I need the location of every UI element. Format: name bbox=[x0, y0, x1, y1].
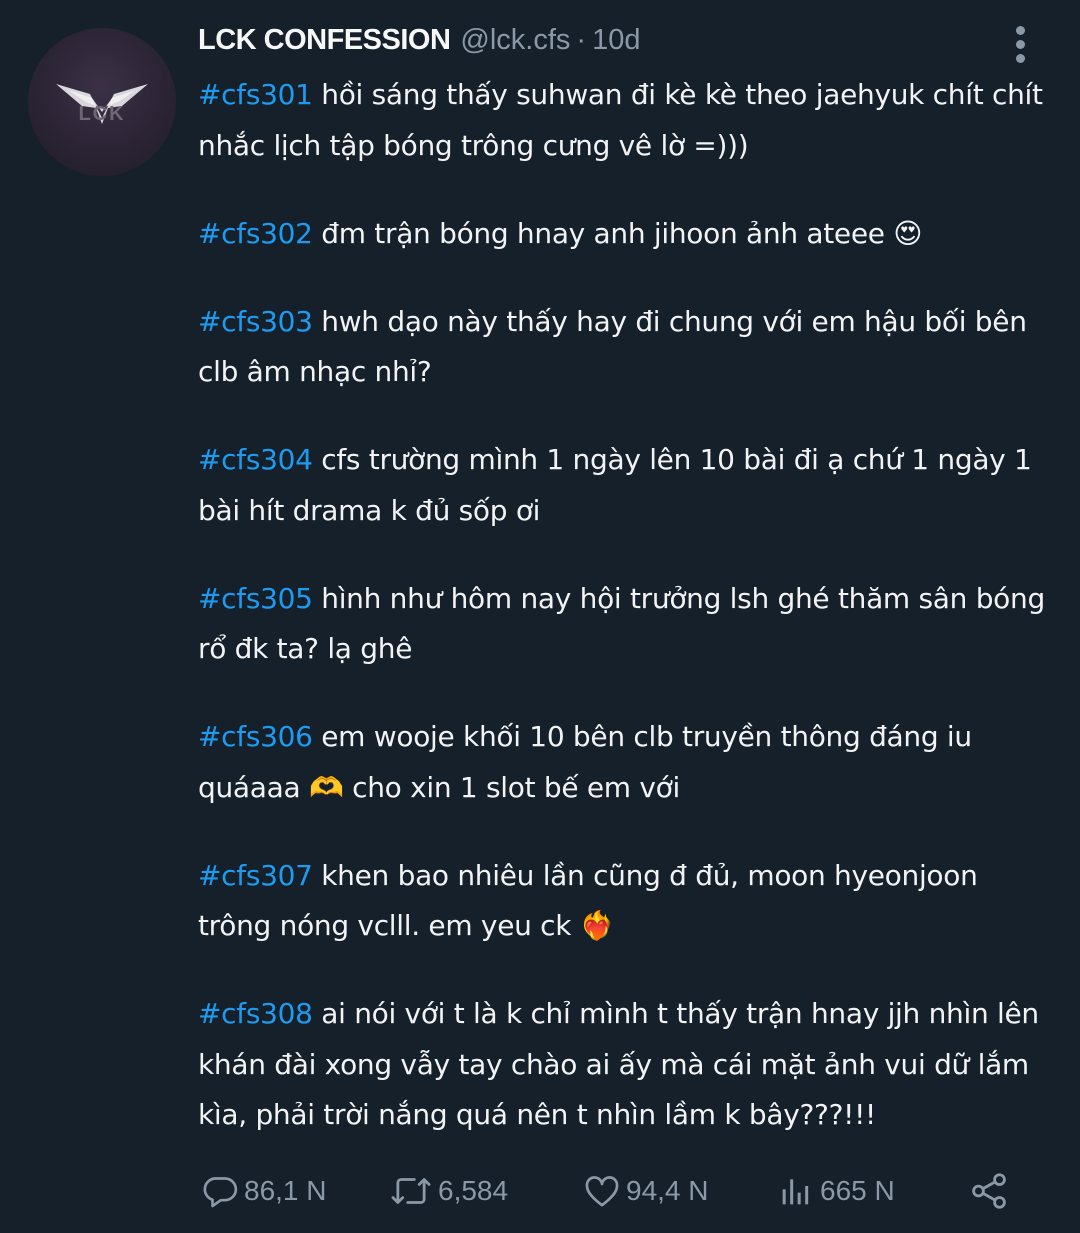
display-name[interactable]: LCK CONFESSION bbox=[198, 24, 451, 57]
confession-paragraph: #cfs305 hình như hôm nay hội trưởng lsh … bbox=[198, 574, 1058, 675]
confession-text: hồi sáng thấy suhwan đi kè kè theo jaehy… bbox=[198, 78, 1043, 162]
logo-text: LCK bbox=[78, 103, 125, 125]
more-options-icon[interactable] bbox=[1004, 26, 1038, 63]
tweet-body: #cfs301 hồi sáng thấy suhwan đi kè kè th… bbox=[198, 70, 1058, 1178]
confession-paragraph: #cfs306 em wooje khối 10 bên clb truyền … bbox=[198, 712, 1058, 813]
hashtag-link[interactable]: #cfs302 bbox=[198, 217, 313, 250]
confession-text: hwh dạo này thấy hay đi chung với em hậu… bbox=[198, 304, 1027, 389]
views-chart-icon bbox=[782, 1179, 809, 1205]
tweet-header: LCK CONFESSION @lck.cfs · 10d bbox=[198, 24, 640, 68]
hashtag-link[interactable]: #cfs303 bbox=[198, 305, 313, 338]
hashtag-link[interactable]: #cfs301 bbox=[198, 78, 313, 111]
svg-text:LCK: LCK bbox=[78, 103, 125, 125]
hashtag-link[interactable]: #cfs307 bbox=[198, 859, 313, 892]
tweet[interactable]: LCK LCK CONFESSION @lck.cfs · 10d #cfs30… bbox=[0, 0, 1080, 1233]
share-icon bbox=[972, 1173, 1006, 1209]
hashtag-link[interactable]: #cfs306 bbox=[198, 720, 313, 753]
reply-count: 86,1 N bbox=[244, 1175, 327, 1206]
avatar[interactable]: LCK bbox=[28, 28, 176, 176]
confession-text: đm trận bóng hnay anh jihoon ảnh ateee 😍 bbox=[312, 216, 923, 250]
views-count: 665 N bbox=[820, 1175, 895, 1206]
lck-logo-icon: LCK bbox=[56, 84, 148, 125]
confession-paragraph: #cfs301 hồi sáng thấy suhwan đi kè kè th… bbox=[198, 70, 1058, 171]
confession-paragraph: #cfs308 ai nói với t là k chỉ mình t thấ… bbox=[198, 989, 1058, 1141]
confession-text: em wooje khối 10 bên clb truyền thông đá… bbox=[198, 720, 972, 804]
confession-paragraph: #cfs303 hwh dạo này thấy hay đi chung vớ… bbox=[198, 297, 1058, 398]
views-button[interactable]: 665 N bbox=[776, 1166, 895, 1216]
hashtag-link[interactable]: #cfs305 bbox=[198, 582, 313, 615]
confession-paragraph: #cfs304 cfs trường mình 1 ngày lên 10 bà… bbox=[198, 435, 1058, 536]
confession-paragraph: #cfs302 đm trận bóng hnay anh jihoon ảnh… bbox=[198, 209, 1058, 260]
hashtag-link[interactable]: #cfs304 bbox=[198, 443, 313, 476]
user-handle[interactable]: @lck.cfs bbox=[460, 24, 570, 57]
heart-icon bbox=[585, 1176, 619, 1207]
timestamp[interactable]: 10d bbox=[592, 24, 640, 57]
retweet-button[interactable]: 6,584 bbox=[388, 1166, 508, 1216]
separator-dot: · bbox=[576, 24, 587, 56]
confession-text: cfs trường mình 1 ngày lên 10 bài đi ạ c… bbox=[198, 443, 1032, 527]
share-button[interactable] bbox=[968, 1166, 1010, 1216]
action-bar: 86,1 N 6,584 94,4 N 665 N bbox=[198, 1166, 1018, 1216]
confession-text: khen bao nhiêu lần cũng đ đủ, moon hyeon… bbox=[198, 858, 978, 943]
reply-icon bbox=[203, 1177, 238, 1208]
like-count: 94,4 N bbox=[626, 1175, 709, 1206]
retweet-icon bbox=[391, 1178, 431, 1204]
confession-text: hình như hôm nay hội trưởng lsh ghé thăm… bbox=[198, 581, 1045, 666]
retweet-count: 6,584 bbox=[438, 1175, 509, 1206]
confession-paragraph: #cfs307 khen bao nhiêu lần cũng đ đủ, mo… bbox=[198, 851, 1058, 952]
reply-button[interactable]: 86,1 N bbox=[200, 1166, 327, 1216]
hashtag-link[interactable]: #cfs308 bbox=[198, 997, 313, 1030]
like-button[interactable]: 94,4 N bbox=[582, 1166, 709, 1216]
confession-text: ai nói với t là k chỉ mình t thấy trận h… bbox=[198, 997, 1039, 1131]
